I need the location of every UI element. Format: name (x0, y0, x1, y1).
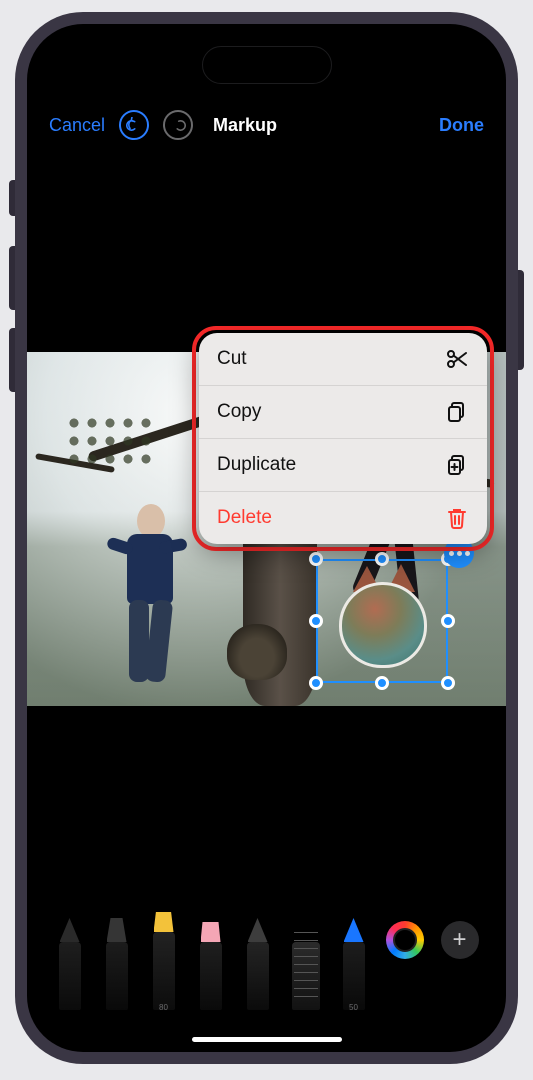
context-menu-label: Duplicate (217, 454, 296, 476)
phone-frame: Cancel Markup Done (15, 12, 518, 1064)
resize-handle-tl[interactable] (309, 552, 323, 566)
photo-cat (227, 624, 287, 680)
trash-icon (445, 506, 469, 530)
redo-icon (170, 117, 186, 133)
cancel-button[interactable]: Cancel (49, 115, 105, 136)
photo-person-left (115, 504, 185, 692)
context-menu: Cut Copy Duplicate (199, 333, 487, 544)
context-menu-delete[interactable]: Delete (199, 492, 487, 544)
context-menu-label: Delete (217, 507, 272, 529)
home-indicator[interactable] (192, 1037, 342, 1042)
tool-pen[interactable] (55, 914, 85, 1010)
context-menu-duplicate[interactable]: Duplicate (199, 439, 487, 492)
color-wheel-icon (393, 928, 417, 952)
color-picker-button[interactable] (386, 921, 424, 959)
context-menu-label: Cut (217, 348, 247, 370)
scissors-icon (445, 347, 469, 371)
tool-value: 80 (149, 1003, 179, 1012)
ellipsis-icon (449, 551, 454, 556)
resize-handle-bl[interactable] (309, 676, 323, 690)
side-button (517, 270, 524, 370)
screen: Cancel Markup Done (27, 24, 506, 1052)
undo-button[interactable] (119, 110, 149, 140)
markup-toolbar: 80 50 + (27, 896, 506, 1016)
markup-nav-bar: Cancel Markup Done (27, 102, 506, 148)
tool-lasso[interactable] (243, 914, 273, 1010)
redo-button[interactable] (163, 110, 193, 140)
context-menu-copy[interactable]: Copy (199, 386, 487, 439)
tool-value: 50 (339, 1003, 369, 1012)
nav-title: Markup (213, 115, 277, 136)
plus-icon: + (452, 926, 466, 954)
tool-highlighter[interactable]: 80 (149, 898, 179, 1010)
annotation-highlight-box: Cut Copy Duplicate (192, 326, 494, 551)
undo-icon (126, 117, 142, 133)
docs-icon (445, 400, 469, 424)
context-menu-cut[interactable]: Cut (199, 333, 487, 386)
resize-handle-br[interactable] (441, 676, 455, 690)
resize-handle-bm[interactable] (375, 676, 389, 690)
tool-pencil[interactable]: 50 (339, 914, 369, 1010)
selection-box[interactable] (316, 559, 448, 683)
resize-handle-ml[interactable] (309, 614, 323, 628)
tool-marker[interactable] (102, 914, 132, 1010)
tool-ruler[interactable] (290, 914, 322, 1010)
context-menu-label: Copy (217, 401, 261, 423)
done-button[interactable]: Done (439, 115, 484, 136)
add-button[interactable]: + (441, 921, 479, 959)
resize-handle-mr[interactable] (441, 614, 455, 628)
dynamic-island (202, 46, 332, 84)
docs-icon (445, 453, 469, 477)
tool-eraser[interactable] (196, 914, 226, 1010)
resize-handle-tm[interactable] (375, 552, 389, 566)
